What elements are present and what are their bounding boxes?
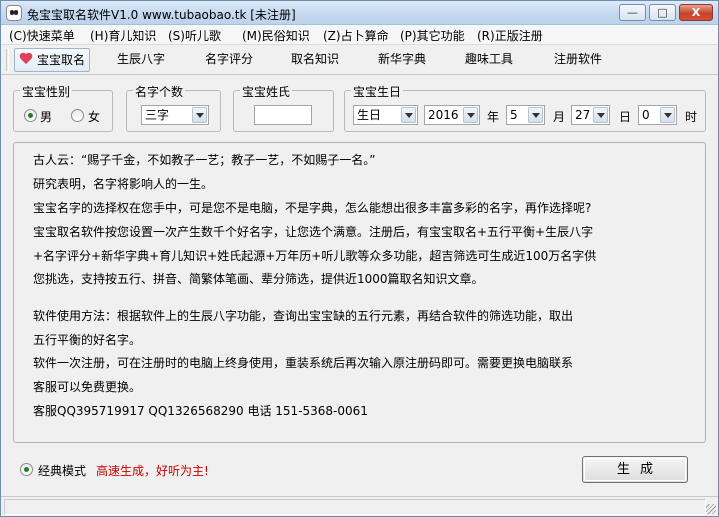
hour-select[interactable]: 0	[638, 105, 677, 125]
year-value: 2016	[428, 108, 459, 122]
menu-nursery-rhymes[interactable]: (S)听儿歌	[168, 27, 221, 44]
month-value: 5	[510, 108, 518, 122]
chevron-down-icon	[192, 107, 207, 123]
info-line: 宝宝名字的选择权在您手中，可是您不是电脑，不是字典，怎么能想出很多丰富多彩的名字…	[33, 201, 592, 215]
month-select[interactable]: 5	[506, 105, 545, 125]
info-line: +名字评分+新华字典+育儿知识+姓氏起源+万年历+听儿歌等众多功能，超吉筛选可生…	[33, 249, 597, 263]
info-line: 五行平衡的好名字。	[33, 333, 142, 347]
calendar-type-value: 生日	[357, 108, 382, 122]
toolbar-grip	[6, 49, 9, 71]
main-window: 兔宝宝取名软件V1.0 www.tubaobao.tk [未注册] — □ X …	[0, 0, 719, 517]
gender-male-radio[interactable]	[24, 109, 37, 122]
tool-fun-tools[interactable]: 趣味工具	[461, 48, 517, 72]
maximize-button[interactable]: □	[649, 4, 676, 21]
chevron-down-icon	[528, 107, 543, 123]
tool-name-score[interactable]: 名字评分	[201, 48, 257, 72]
menu-bar: (C)快速菜单 (H)育儿知识 (S)听儿歌 (M)民俗知识 (Z)占卜算命 (…	[1, 25, 718, 45]
menu-divination[interactable]: (Z)占卜算命	[323, 27, 389, 44]
chevron-down-icon	[401, 107, 416, 123]
surname-input[interactable]	[254, 105, 312, 125]
hour-value: 0	[642, 108, 650, 122]
mode-note: 高速生成，好听为主!	[96, 464, 209, 478]
contact-line: 客服QQ395719917 QQ1326568290 电话 151-5368-0…	[33, 404, 368, 418]
day-value: 27	[575, 108, 591, 122]
name-count-legend: 名字个数	[133, 83, 186, 100]
status-bar	[1, 496, 718, 516]
year-select[interactable]: 2016	[424, 105, 480, 125]
birthday-legend: 宝宝生日	[351, 83, 404, 100]
info-line: 您挑选，支持按五行、拼音、简繁体笔画、辈分筛选，提供近1000篇取名知识文章。	[33, 272, 484, 286]
info-line: 软件使用方法：根据软件上的生辰八字功能，查询出宝宝缺的五行元素，再结合软件的筛选…	[33, 309, 574, 323]
menu-folk-knowledge[interactable]: (M)民俗知识	[242, 27, 310, 44]
info-line: 古人云：“赐子千金，不如教子一艺；教子一艺，不如赐子一名。”	[33, 153, 376, 167]
tool-register-software[interactable]: 注册软件	[550, 48, 606, 72]
name-count-group: 名字个数 三字	[126, 83, 221, 132]
surname-legend: 宝宝姓氏	[240, 83, 293, 100]
name-count-select[interactable]: 三字	[141, 105, 209, 125]
tool-naming-knowledge[interactable]: 取名知识	[287, 48, 343, 72]
month-label: 月	[553, 110, 566, 124]
resize-grip-icon[interactable]	[706, 504, 716, 514]
window-title: 兔宝宝取名软件V1.0 www.tubaobao.tk [未注册]	[27, 8, 296, 22]
title-bar[interactable]: 兔宝宝取名软件V1.0 www.tubaobao.tk [未注册] — □ X	[1, 1, 718, 25]
gender-legend: 宝宝性别	[20, 83, 73, 100]
tool-baby-naming-label: 宝宝取名	[37, 53, 86, 67]
info-line: 软件一次注册，可在注册时的电脑上终身使用，重装系统后再次输入原注册码即可。需要更…	[33, 356, 574, 370]
menu-quick[interactable]: (C)快速菜单	[9, 27, 75, 44]
tool-birth-chart[interactable]: 生辰八字	[113, 48, 169, 72]
chevron-down-icon	[593, 107, 608, 123]
info-line: 宝宝取名软件按您设置一次产生数千个好名字，让您选个满意。注册后，有宝宝取名+五行…	[33, 225, 594, 239]
gender-group: 宝宝性别 男 女	[13, 83, 113, 132]
gender-male-label: 男	[40, 110, 53, 124]
close-button[interactable]: X	[679, 4, 713, 21]
generate-button[interactable]: 生成	[582, 456, 688, 483]
hour-label: 时	[685, 110, 698, 124]
tool-dictionary[interactable]: 新华字典	[374, 48, 430, 72]
status-segment	[4, 499, 706, 515]
calendar-type-select[interactable]: 生日	[353, 105, 418, 125]
rabbit-app-icon	[6, 5, 22, 21]
day-label: 日	[619, 110, 632, 124]
classic-mode-label: 经典模式	[38, 464, 87, 478]
chevron-down-icon	[660, 107, 675, 123]
year-label: 年	[487, 110, 500, 124]
menu-parenting[interactable]: (H)育儿知识	[90, 27, 156, 44]
chevron-down-icon	[463, 107, 478, 123]
surname-group: 宝宝姓氏	[233, 83, 334, 132]
menu-register[interactable]: (R)正版注册	[477, 27, 543, 44]
gender-female-radio[interactable]	[71, 109, 84, 122]
minimize-button[interactable]: —	[619, 4, 646, 21]
tool-baby-naming[interactable]: 宝宝取名	[14, 48, 91, 72]
heart-icon	[19, 53, 33, 65]
info-line: 研究表明，名字将影响人的一生。	[33, 177, 214, 191]
classic-mode-radio[interactable]	[20, 463, 33, 476]
info-line: 客服可以免费更换。	[33, 380, 142, 394]
day-select[interactable]: 27	[571, 105, 610, 125]
menu-other-functions[interactable]: (P)其它功能	[400, 27, 465, 44]
toolbar: 宝宝取名 生辰八字 名字评分 取名知识 新华字典 趣味工具 注册软件	[1, 45, 718, 75]
name-count-value: 三字	[145, 108, 170, 122]
gender-female-label: 女	[88, 110, 101, 124]
info-panel: 古人云：“赐子千金，不如教子一艺；教子一艺，不如赐子一名。” 研究表明，名字将影…	[13, 142, 706, 443]
birthday-group: 宝宝生日 生日 2016 年 5 月 27 日 0 时	[344, 83, 706, 132]
